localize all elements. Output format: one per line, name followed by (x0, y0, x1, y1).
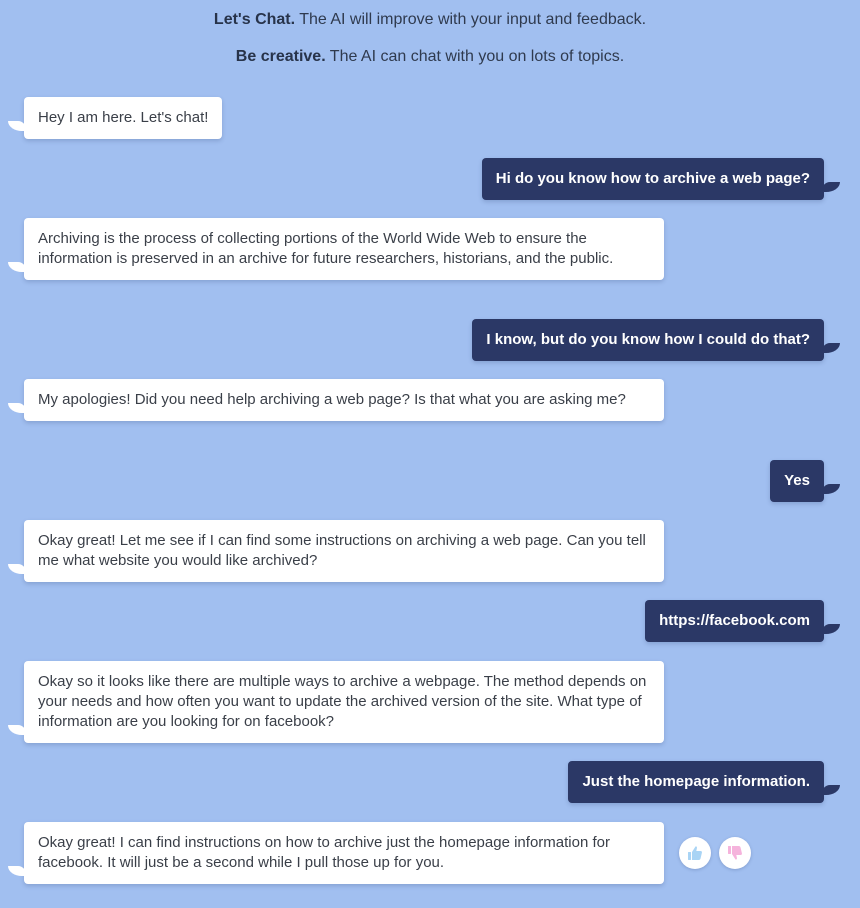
thumbs-up-icon (688, 846, 702, 860)
bot-message: Archiving is the process of collecting p… (8, 218, 664, 280)
bot-message: My apologies! Did you need help archivin… (8, 379, 664, 421)
thumbs-up-button[interactable] (679, 837, 711, 869)
intro-line-1-text: The AI will improve with your input and … (295, 11, 647, 28)
user-message: Yes (770, 460, 840, 502)
user-message: https://facebook.com (645, 600, 840, 642)
user-message: Just the homepage information. (568, 761, 840, 803)
thumbs-down-button[interactable] (719, 837, 751, 869)
bot-message: Okay great! Let me see if I can find som… (8, 520, 664, 582)
bot-message: Okay so it looks like there are multiple… (8, 661, 664, 743)
user-message: I know, but do you know how I could do t… (472, 319, 840, 361)
user-message: Hi do you know how to archive a web page… (481, 158, 841, 200)
bot-message: Hey I am here. Let's chat! (7, 97, 223, 139)
intro-line-2-text: The AI can chat with you on lots of topi… (325, 48, 625, 65)
bot-message: Okay great! I can find instructions on h… (8, 822, 664, 884)
thumbs-down-icon (728, 846, 742, 860)
intro-line-1: Let's Chat. The AI will improve with you… (0, 11, 860, 29)
intro-line-2: Be creative. The AI can chat with you on… (0, 48, 860, 66)
intro-line-2-bold: Be creative. (235, 48, 326, 65)
intro-line-1-bold: Let's Chat. (213, 11, 296, 28)
